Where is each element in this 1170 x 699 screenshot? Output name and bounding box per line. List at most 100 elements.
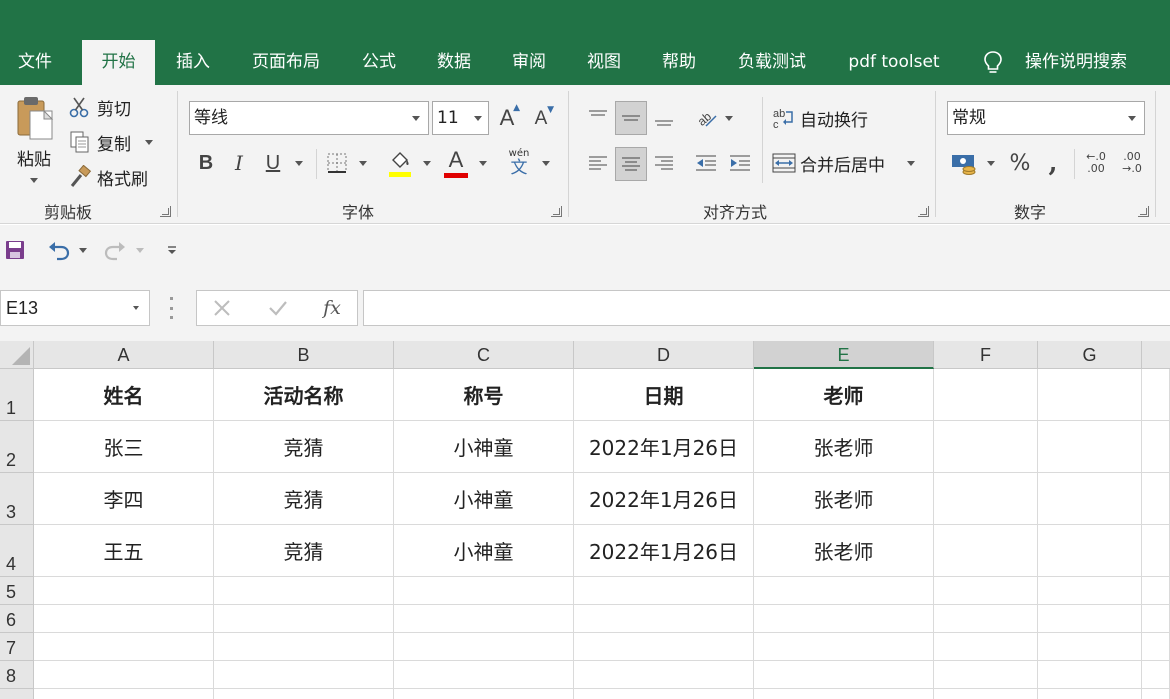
row-header-3[interactable]: 3 — [0, 473, 34, 525]
formula-bar-grip-icon[interactable] — [170, 297, 174, 319]
cell-c8[interactable] — [394, 661, 574, 689]
cell-c7[interactable] — [394, 633, 574, 661]
cell-g5[interactable] — [1038, 577, 1142, 605]
align-left-button[interactable] — [583, 147, 613, 179]
tab-data[interactable]: 数据 — [424, 40, 484, 85]
cell-g4[interactable] — [1038, 525, 1142, 577]
fill-color-button[interactable] — [386, 147, 414, 179]
column-header-g[interactable]: G — [1038, 341, 1142, 369]
cell-e6[interactable] — [754, 605, 934, 633]
tab-file[interactable]: 文件 — [0, 40, 70, 85]
cell-d7[interactable] — [574, 633, 754, 661]
font-launcher-icon[interactable] — [551, 206, 562, 217]
redo-button[interactable] — [100, 238, 130, 262]
cell-e8[interactable] — [754, 661, 934, 689]
cell-b1[interactable]: 活动名称 — [214, 369, 394, 421]
borders-button[interactable] — [324, 149, 350, 177]
cell-g7[interactable] — [1038, 633, 1142, 661]
phonetic-guide-button[interactable]: wén 文 — [505, 147, 533, 179]
cell-g1[interactable] — [1038, 369, 1142, 421]
cell-a4[interactable]: 王五 — [34, 525, 214, 577]
wrap-text-button[interactable]: ab c 自动换行 — [772, 103, 882, 133]
insert-function-button[interactable]: fx — [317, 293, 347, 323]
column-header-a[interactable]: A — [34, 341, 214, 369]
increase-font-size-button[interactable]: A ▲ — [494, 103, 520, 133]
underline-button[interactable]: U — [260, 147, 286, 179]
select-all-corner[interactable] — [0, 341, 34, 369]
cell-f6[interactable] — [934, 605, 1038, 633]
font-name-select[interactable]: 等线 — [189, 101, 429, 135]
fill-color-dropdown-caret[interactable] — [423, 161, 431, 166]
confirm-entry-button[interactable] — [265, 295, 291, 321]
column-header-b[interactable]: B — [214, 341, 394, 369]
comma-style-button[interactable]: , — [1040, 147, 1066, 179]
font-size-select[interactable]: 11 — [432, 101, 489, 135]
cell-c2[interactable]: 小神童 — [394, 421, 574, 473]
cell-h2[interactable] — [1142, 421, 1170, 473]
copy-button[interactable]: 复制 — [68, 128, 163, 156]
cell-a1[interactable]: 姓名 — [34, 369, 214, 421]
tab-review[interactable]: 审阅 — [500, 40, 558, 85]
cell-b7[interactable] — [214, 633, 394, 661]
cell-c5[interactable] — [394, 577, 574, 605]
column-header-e[interactable]: E — [754, 341, 934, 369]
cell-f4[interactable] — [934, 525, 1038, 577]
cell-g3[interactable] — [1038, 473, 1142, 525]
increase-indent-button[interactable] — [726, 147, 754, 179]
merge-dropdown-caret[interactable] — [907, 161, 915, 166]
row-header-6[interactable]: 6 — [0, 605, 34, 633]
accounting-format-button[interactable] — [950, 149, 978, 179]
orientation-dropdown-caret[interactable] — [725, 116, 733, 121]
orientation-button[interactable]: ab — [692, 103, 720, 133]
cell-g8[interactable] — [1038, 661, 1142, 689]
tab-page-layout[interactable]: 页面布局 — [240, 40, 332, 85]
format-painter-button[interactable]: 格式刷 — [68, 163, 158, 191]
decrease-indent-button[interactable] — [692, 147, 720, 179]
alignment-launcher-icon[interactable] — [918, 206, 929, 217]
cut-button[interactable]: 剪切 — [68, 93, 148, 121]
row-header-7[interactable]: 7 — [0, 633, 34, 661]
cell-d3[interactable]: 2022年1月26日 — [574, 473, 754, 525]
cell-g9[interactable] — [1038, 689, 1142, 699]
tab-help[interactable]: 帮助 — [650, 40, 708, 85]
font-color-dropdown-caret[interactable] — [479, 161, 487, 166]
column-header-d[interactable]: D — [574, 341, 754, 369]
formula-input[interactable] — [363, 290, 1170, 326]
decrease-decimal-button[interactable]: .00 →.0 — [1116, 147, 1148, 179]
number-format-select[interactable]: 常规 — [947, 101, 1145, 135]
align-middle-button[interactable] — [615, 101, 647, 135]
cancel-entry-button[interactable] — [209, 295, 235, 321]
align-center-button[interactable] — [615, 147, 647, 181]
cell-b9[interactable] — [214, 689, 394, 699]
tab-load-test[interactable]: 负载测试 — [726, 40, 818, 85]
decrease-font-size-button[interactable]: A ▼ — [528, 105, 554, 133]
align-bottom-button[interactable] — [649, 103, 679, 133]
row-header-2[interactable]: 2 — [0, 421, 34, 473]
cell-e4[interactable]: 张老师 — [754, 525, 934, 577]
lightbulb-icon[interactable] — [983, 50, 1003, 76]
cell-e2[interactable]: 张老师 — [754, 421, 934, 473]
cell-b5[interactable] — [214, 577, 394, 605]
row-header-5[interactable]: 5 — [0, 577, 34, 605]
cell-g6[interactable] — [1038, 605, 1142, 633]
underline-dropdown-caret[interactable] — [295, 161, 303, 166]
tab-formulas[interactable]: 公式 — [350, 40, 408, 85]
cell-b6[interactable] — [214, 605, 394, 633]
cell-e3[interactable]: 张老师 — [754, 473, 934, 525]
cell-d6[interactable] — [574, 605, 754, 633]
cell-c4[interactable]: 小神童 — [394, 525, 574, 577]
cell-b2[interactable]: 竞猜 — [214, 421, 394, 473]
cell-a9[interactable] — [34, 689, 214, 699]
name-box[interactable]: E13 — [0, 290, 150, 326]
cell-d8[interactable] — [574, 661, 754, 689]
cell-f2[interactable] — [934, 421, 1038, 473]
percent-style-button[interactable]: % — [1006, 147, 1034, 179]
cell-a7[interactable] — [34, 633, 214, 661]
accounting-dropdown-caret[interactable] — [987, 161, 995, 166]
cell-d5[interactable] — [574, 577, 754, 605]
font-color-button[interactable]: A — [442, 147, 470, 179]
cell-a6[interactable] — [34, 605, 214, 633]
cell-d4[interactable]: 2022年1月26日 — [574, 525, 754, 577]
borders-dropdown-caret[interactable] — [359, 161, 367, 166]
cell-f7[interactable] — [934, 633, 1038, 661]
